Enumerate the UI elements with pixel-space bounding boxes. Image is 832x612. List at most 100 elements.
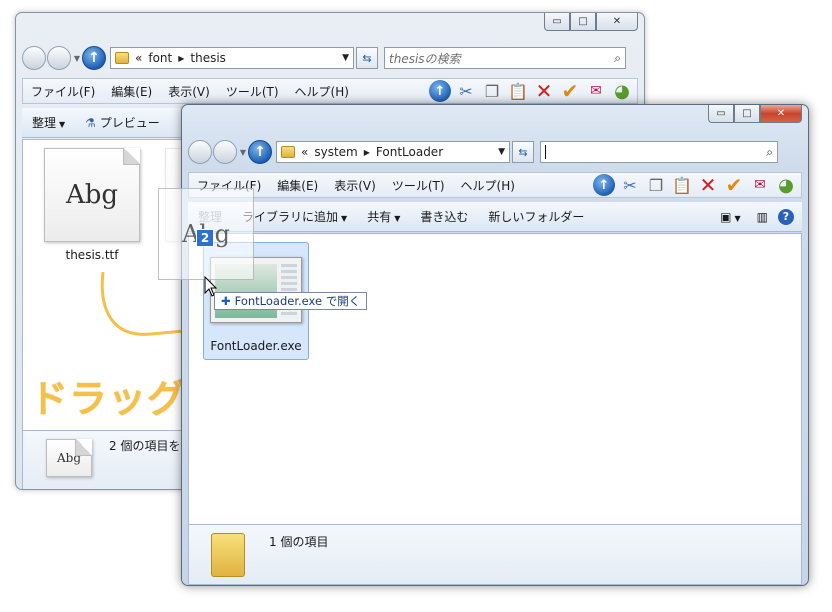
menu-edit[interactable]: 編集(E) xyxy=(103,83,160,100)
copy-icon[interactable]: ❐ xyxy=(645,174,667,196)
back-toolbar-icons: ↑ ✂ ❐ 📋 ✕ ✔ ✉ ◕ xyxy=(429,79,637,103)
chevron-down-icon: ▼ xyxy=(394,214,401,223)
help-icon: ? xyxy=(778,208,794,225)
details-font-icon: Abg xyxy=(46,439,92,477)
copy-icon[interactable]: ❐ xyxy=(481,80,503,102)
up-icon[interactable]: ↑ xyxy=(593,174,615,196)
front-minimize-button[interactable]: ▭ xyxy=(708,105,734,123)
folder-icon xyxy=(211,533,245,577)
back-up-arrow-icon[interactable]: ↑ xyxy=(82,46,106,70)
menu-tools[interactable]: ツール(T) xyxy=(218,83,287,100)
breadcrumb-font[interactable]: font xyxy=(148,51,172,65)
back-minimize-button[interactable]: ▭ xyxy=(544,13,570,31)
clipboard-icon[interactable]: 📋 xyxy=(507,80,529,102)
preview-label: プレビュー xyxy=(99,116,160,130)
help-button[interactable]: ? xyxy=(774,208,802,225)
back-maximize-button[interactable]: □ xyxy=(570,13,596,31)
back-back-button[interactable] xyxy=(22,46,46,70)
add-to-library-label: ライブラリに追加 xyxy=(242,210,339,224)
back-nav-row: ▼ ↑ « font ▶ thesis ▼ ⇆ thesisの検索 ⌕ xyxy=(22,45,638,71)
checkmark-icon[interactable]: ✔ xyxy=(559,79,581,103)
front-refresh-button[interactable]: ⇆ xyxy=(512,141,534,163)
menu-help[interactable]: ヘルプ(H) xyxy=(453,177,523,194)
front-toolbar-icons: ↑ ✂ ❐ 📋 ✕ ✔ ✉ ◕ xyxy=(593,173,801,197)
back-caption-buttons: ▭ □ ✕ xyxy=(544,13,638,31)
back-search-input[interactable]: thesisの検索 ⌕ xyxy=(384,47,626,69)
share-button[interactable]: 共有 ▼ xyxy=(357,208,410,225)
font-preview-text: Abg xyxy=(65,180,119,210)
front-close-button[interactable]: ✕ xyxy=(760,105,802,123)
search-icon[interactable]: ⌕ xyxy=(766,145,773,160)
up-icon[interactable]: ↑ xyxy=(429,80,451,102)
front-maximize-button[interactable]: □ xyxy=(734,105,760,123)
breadcrumb-overflow[interactable]: « xyxy=(135,51,142,65)
front-file-area[interactable]: FontLoader.exe xyxy=(188,233,802,525)
front-menu-bar: ファイル(F) 編集(E) 表示(V) ツール(T) ヘルプ(H) ↑ ✂ ❐ … xyxy=(188,172,802,198)
front-command-bar: 整理 ライブラリに追加▼ 共有▼ 書き込む 新しいフォルダー ▣▼ ▥ ? xyxy=(188,202,802,232)
folder-icon xyxy=(115,52,129,64)
checkmark-icon[interactable]: ✔ xyxy=(723,173,745,197)
front-details-pane: 1 個の項目 xyxy=(188,525,802,585)
front-back-button[interactable] xyxy=(188,140,212,164)
burn-button[interactable]: 書き込む xyxy=(410,208,478,225)
back-menu-bar: ファイル(F) 編集(E) 表示(V) ツール(T) ヘルプ(H) ↑ ✂ ❐ … xyxy=(22,78,638,104)
fontloader-file-name: FontLoader.exe xyxy=(210,339,302,353)
new-folder-label: 新しいフォルダー xyxy=(488,210,585,224)
menu-file[interactable]: ファイル(F) xyxy=(23,83,103,100)
drop-tooltip: ✚ FontLoader.exe で開く xyxy=(214,292,368,310)
pane-icon: ▥ xyxy=(756,209,768,224)
menu-help[interactable]: ヘルプ(H) xyxy=(287,83,357,100)
back-details-text: 2 個の項目を xyxy=(109,439,181,453)
chevron-down-icon: ▼ xyxy=(341,214,348,223)
front-forward-button[interactable] xyxy=(213,140,237,164)
menu-view[interactable]: 表示(V) xyxy=(326,177,384,194)
palette-icon[interactable]: ◕ xyxy=(775,174,797,196)
breadcrumb-thesis[interactable]: thesis xyxy=(190,51,226,65)
front-caption-buttons: ▭ □ ✕ xyxy=(708,105,802,123)
back-forward-button[interactable] xyxy=(47,46,71,70)
menu-tools[interactable]: ツール(T) xyxy=(384,177,453,194)
scissors-icon[interactable]: ✂ xyxy=(619,174,641,196)
back-refresh-button[interactable]: ⇆ xyxy=(356,47,378,69)
view-icon: ▣ xyxy=(720,209,732,224)
search-icon[interactable]: ⌕ xyxy=(614,51,621,66)
organize-label: 整理 xyxy=(32,116,57,130)
organize-button[interactable]: 整理 ▼ xyxy=(22,114,75,131)
chevron-right-icon[interactable]: ▶ xyxy=(178,54,184,63)
preview-pane-button[interactable]: ▥ xyxy=(751,210,774,224)
details-font-preview: Abg xyxy=(56,451,82,465)
chevron-down-icon[interactable]: ▼ xyxy=(342,53,349,63)
breadcrumb-overflow[interactable]: « xyxy=(301,145,308,159)
menu-edit[interactable]: 編集(E) xyxy=(269,177,326,194)
front-address-bar[interactable]: « system ▶ FontLoader ▼ xyxy=(276,141,510,163)
text-cursor xyxy=(545,145,546,159)
back-address-bar[interactable]: « font ▶ thesis ▼ xyxy=(110,47,354,69)
chevron-down-icon[interactable]: ▼ xyxy=(498,147,505,157)
delete-icon[interactable]: ✕ xyxy=(697,173,719,197)
thesis-file-name[interactable]: thesis.ttf xyxy=(44,248,140,262)
front-search-input[interactable]: ⌕ xyxy=(540,141,778,163)
scissors-icon[interactable]: ✂ xyxy=(455,80,477,102)
new-folder-button[interactable]: 新しいフォルダー xyxy=(478,208,594,225)
menu-view[interactable]: 表示(V) xyxy=(160,83,218,100)
drop-tooltip-text: FontLoader.exe で開く xyxy=(234,294,361,308)
mail-icon[interactable]: ✉ xyxy=(585,80,607,102)
back-history-dropdown-icon[interactable]: ▼ xyxy=(72,54,82,63)
front-explorer-window[interactable]: ▭ □ ✕ ▼ ↑ « system ▶ FontLoader ▼ ⇆ ⌕ ファ… xyxy=(181,104,809,586)
front-up-arrow-icon[interactable]: ↑ xyxy=(248,140,272,164)
chevron-right-icon[interactable]: ▶ xyxy=(364,148,370,157)
mail-icon[interactable]: ✉ xyxy=(749,174,771,196)
front-history-dropdown-icon[interactable]: ▼ xyxy=(238,148,248,157)
palette-icon[interactable]: ◕ xyxy=(611,80,633,102)
back-search-placeholder: thesisの検索 xyxy=(389,51,461,66)
clipboard-icon[interactable]: 📋 xyxy=(671,174,693,196)
thesis-font-file-icon[interactable]: Abg xyxy=(44,148,140,242)
breadcrumb-fontloader[interactable]: FontLoader xyxy=(376,145,443,159)
chevron-down-icon: ▼ xyxy=(734,213,741,223)
back-close-button[interactable]: ✕ xyxy=(596,13,638,31)
preview-button[interactable]: ⚗ プレビュー xyxy=(75,114,170,131)
delete-icon[interactable]: ✕ xyxy=(533,79,555,103)
view-options-button[interactable]: ▣ ▼ xyxy=(710,210,751,224)
breadcrumb-system[interactable]: system xyxy=(314,145,357,159)
folder-icon xyxy=(281,146,295,158)
